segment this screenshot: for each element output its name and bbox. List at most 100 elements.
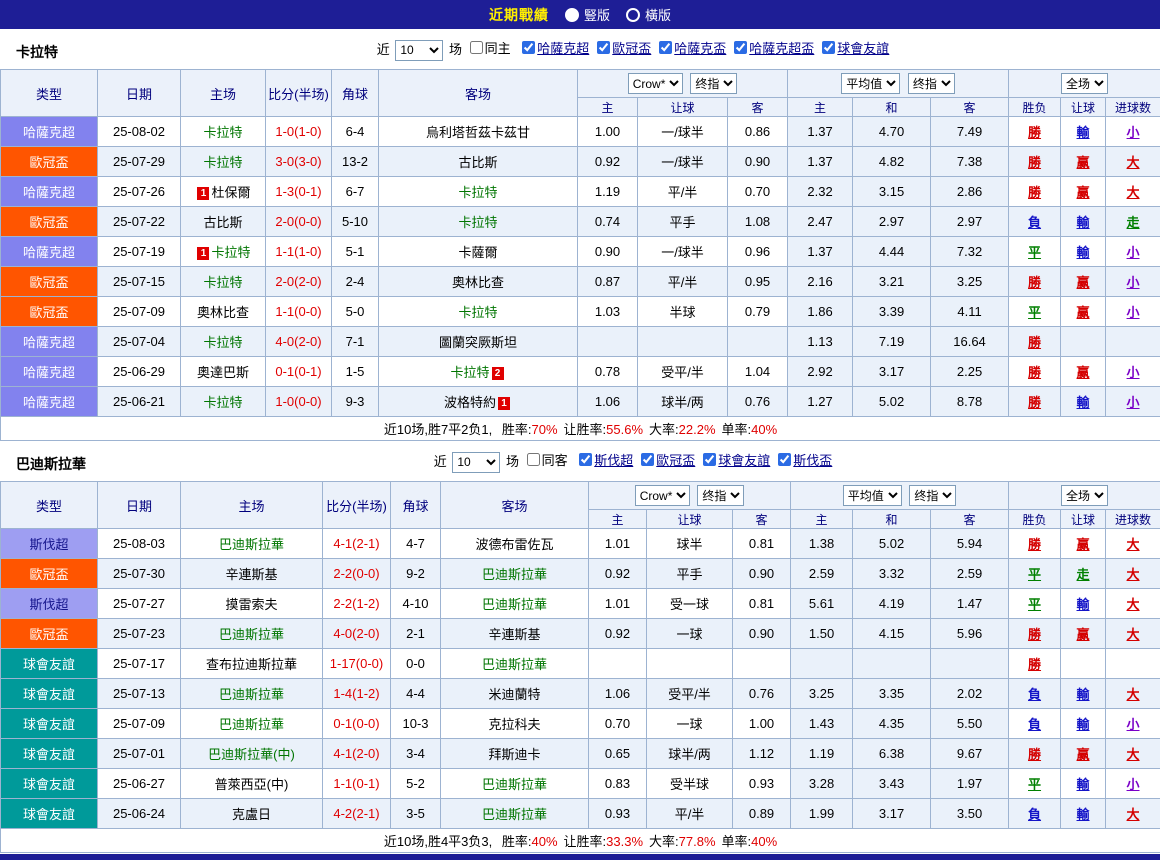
result-cell-link[interactable]: 勝: [1028, 365, 1041, 380]
league-checkbox[interactable]: [522, 41, 535, 54]
goals-result-cell-link[interactable]: 小: [1127, 125, 1140, 140]
team-link[interactable]: 卡拉特: [211, 245, 250, 260]
result-cell-link[interactable]: 勝: [1028, 335, 1041, 350]
league-checkbox[interactable]: [641, 453, 654, 466]
team-link[interactable]: 摸雷索夫: [225, 597, 277, 612]
team-link[interactable]: 卡拉特: [458, 185, 497, 200]
result-cell-link[interactable]: 勝: [1028, 657, 1041, 672]
avg-odds-select[interactable]: 平均值: [843, 485, 902, 506]
team-link[interactable]: 克盧日: [232, 807, 271, 822]
team-link[interactable]: 古比斯: [458, 155, 497, 170]
handicap-result-cell-link[interactable]: 赢: [1077, 537, 1090, 552]
league-checkbox[interactable]: [703, 453, 716, 466]
result-cell-link[interactable]: 平: [1028, 597, 1041, 612]
goals-result-cell-link[interactable]: 大: [1127, 627, 1140, 642]
team-link[interactable]: 圖蘭突厥斯坦: [439, 335, 517, 350]
handicap-result-cell-link[interactable]: 輸: [1077, 717, 1090, 732]
goals-result-cell-link[interactable]: 小: [1127, 275, 1140, 290]
same-venue-filter[interactable]: 同客: [527, 450, 568, 469]
result-cell-link[interactable]: 勝: [1028, 185, 1041, 200]
team-link[interactable]: 卡拉特: [203, 335, 242, 350]
handicap-result-cell-link[interactable]: 輸: [1077, 777, 1090, 792]
goals-result-cell-link[interactable]: 大: [1127, 597, 1140, 612]
result-cell-link[interactable]: 負: [1028, 717, 1041, 732]
handicap-result-cell-link[interactable]: 赢: [1077, 185, 1090, 200]
team-link[interactable]: 卡拉特: [458, 305, 497, 320]
same-venue-filter[interactable]: 同主: [470, 38, 511, 57]
games-count-select[interactable]: 10: [395, 40, 443, 61]
team-link[interactable]: 烏利塔哲茲卡茲甘: [426, 125, 530, 140]
handicap-result-cell-link[interactable]: 輸: [1077, 807, 1090, 822]
result-cell-link[interactable]: 平: [1028, 567, 1041, 582]
goals-result-cell-link[interactable]: 小: [1127, 305, 1140, 320]
team-link[interactable]: 普萊西亞(中): [215, 777, 289, 792]
league-filter-歐冠盃[interactable]: 歐冠盃: [641, 450, 695, 469]
result-cell-link[interactable]: 勝: [1028, 125, 1041, 140]
team-link[interactable]: 奧達巴斯: [197, 365, 249, 380]
goals-result-cell-link[interactable]: 大: [1127, 537, 1140, 552]
league-filter-球會友誼[interactable]: 球會友誼: [822, 38, 889, 57]
team-link[interactable]: 巴迪斯拉華: [219, 687, 284, 702]
layout-radio-vertical[interactable]: 豎版: [565, 5, 610, 24]
goals-result-cell-link[interactable]: 大: [1127, 155, 1140, 170]
team-link[interactable]: 巴迪斯拉華: [482, 597, 547, 612]
goals-result-cell-link[interactable]: 大: [1127, 185, 1140, 200]
handicap-result-cell-link[interactable]: 赢: [1077, 627, 1090, 642]
goals-result-cell-link[interactable]: 大: [1127, 807, 1140, 822]
league-filter-斯伐盃[interactable]: 斯伐盃: [778, 450, 832, 469]
team-link[interactable]: 卡拉特: [203, 155, 242, 170]
result-cell-link[interactable]: 平: [1028, 305, 1041, 320]
scope-select[interactable]: 全场: [1061, 73, 1108, 94]
odds-source-select[interactable]: Crow*: [628, 73, 683, 94]
team-link[interactable]: 奧林比查: [197, 305, 249, 320]
handicap-result-cell-link[interactable]: 輸: [1077, 597, 1090, 612]
team-link[interactable]: 奧林比查: [452, 275, 504, 290]
league-checkbox[interactable]: [778, 453, 791, 466]
team-link[interactable]: 巴迪斯拉華: [482, 657, 547, 672]
final-odds-select-1[interactable]: 终指: [697, 485, 744, 506]
league-checkbox[interactable]: [597, 41, 610, 54]
handicap-result-cell-link[interactable]: 輸: [1077, 687, 1090, 702]
team-link[interactable]: 巴迪斯拉華(中): [208, 747, 295, 762]
result-cell-link[interactable]: 平: [1028, 777, 1041, 792]
same-venue-checkbox[interactable]: [527, 453, 540, 466]
handicap-result-cell-link[interactable]: 赢: [1077, 155, 1090, 170]
result-cell-link[interactable]: 負: [1028, 807, 1041, 822]
team-link[interactable]: 辛連斯基: [488, 627, 540, 642]
team-link[interactable]: 卡拉特: [203, 125, 242, 140]
result-cell-link[interactable]: 勝: [1028, 627, 1041, 642]
goals-result-cell-link[interactable]: 走: [1127, 215, 1140, 230]
handicap-result-cell-link[interactable]: 輸: [1077, 125, 1090, 140]
team-link[interactable]: 巴迪斯拉華: [482, 777, 547, 792]
team-link[interactable]: 巴迪斯拉華: [219, 537, 284, 552]
games-count-select[interactable]: 10: [452, 452, 500, 473]
league-filter-哈薩克盃[interactable]: 哈薩克盃: [659, 38, 726, 57]
team-link[interactable]: 辛連斯基: [225, 567, 277, 582]
result-cell-link[interactable]: 負: [1028, 687, 1041, 702]
team-link[interactable]: 杜保爾: [211, 185, 250, 200]
same-venue-checkbox[interactable]: [470, 41, 483, 54]
team-link[interactable]: 克拉科夫: [488, 717, 540, 732]
league-filter-歐冠盃[interactable]: 歐冠盃: [597, 38, 651, 57]
result-cell-link[interactable]: 平: [1028, 245, 1041, 260]
result-cell-link[interactable]: 勝: [1028, 155, 1041, 170]
result-cell-link[interactable]: 負: [1028, 215, 1041, 230]
team-link[interactable]: 卡拉特: [203, 275, 242, 290]
team-link[interactable]: 卡薩爾: [458, 245, 497, 260]
team-link[interactable]: 卡拉特: [458, 215, 497, 230]
goals-result-cell-link[interactable]: 小: [1127, 245, 1140, 260]
team-link[interactable]: 卡拉特: [203, 395, 242, 410]
team-link[interactable]: 卡拉特: [450, 365, 489, 380]
result-cell-link[interactable]: 勝: [1028, 395, 1041, 410]
result-cell-link[interactable]: 勝: [1028, 747, 1041, 762]
team-link[interactable]: 查布拉迪斯拉華: [206, 657, 297, 672]
handicap-result-cell-link[interactable]: 赢: [1077, 365, 1090, 380]
team-link[interactable]: 巴迪斯拉華: [219, 717, 284, 732]
team-link[interactable]: 波德布雷佐瓦: [475, 537, 553, 552]
goals-result-cell-link[interactable]: 小: [1127, 395, 1140, 410]
league-filter-斯伐超[interactable]: 斯伐超: [579, 450, 633, 469]
team-link[interactable]: 巴迪斯拉華: [482, 807, 547, 822]
handicap-result-cell-link[interactable]: 走: [1077, 567, 1090, 582]
league-filter-哈薩克超盃[interactable]: 哈薩克超盃: [734, 38, 814, 57]
team-link[interactable]: 波格特約: [444, 395, 496, 410]
